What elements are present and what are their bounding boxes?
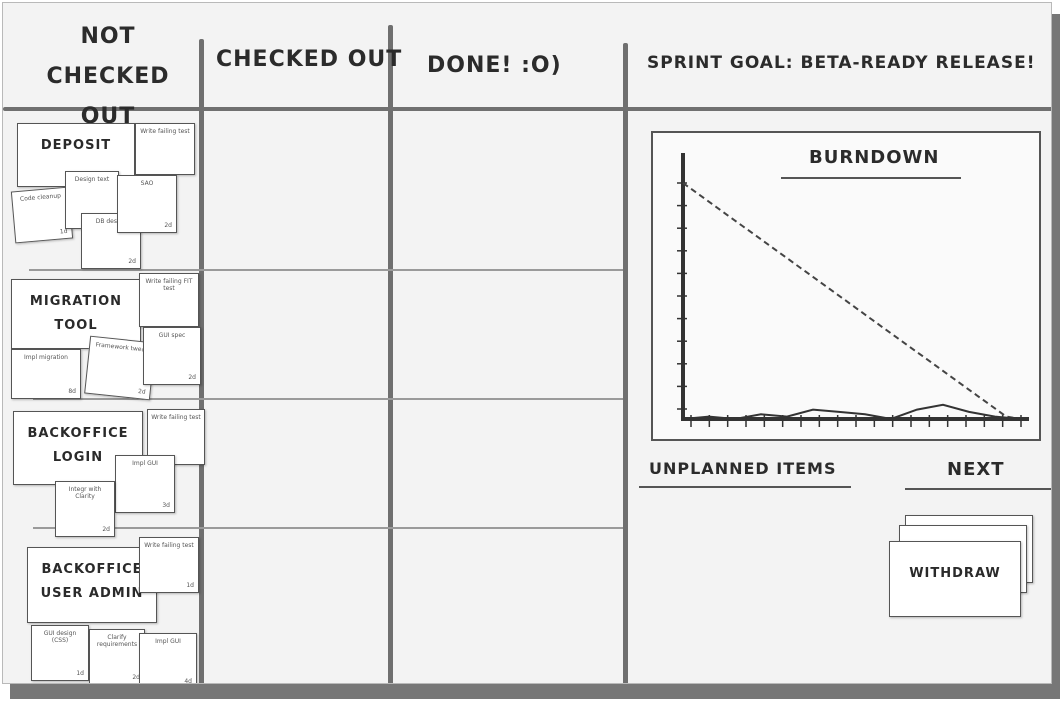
task-text: Integr with Clarity [68,486,102,500]
task-text: SAO [140,180,154,187]
burndown-plot [677,153,1029,427]
task-note[interactable]: Code cleanup 1d [10,186,74,244]
task-estimate: 2d [188,374,196,381]
divider-3 [623,43,628,683]
unplanned-items-label: Unplanned items [649,459,837,478]
task-note[interactable]: Impl GUI 4d [139,633,197,684]
task-estimate: 1d [76,670,84,677]
task-estimate: 2d [164,222,172,229]
task-note[interactable]: SAO 2d [117,175,177,233]
task-note[interactable]: Impl GUI 3d [115,455,175,513]
task-estimate: 4d [184,678,192,684]
task-text: Write failing FIT test [145,278,193,292]
task-text: Write failing test [151,414,201,421]
task-text: Framework tweak [95,341,149,354]
header-done: Done! :o) [427,53,562,78]
task-text: Design text [74,176,110,183]
task-text: Impl GUI [132,460,158,467]
task-note[interactable]: Write failing test 1d [139,537,199,593]
header-not-checked-out: Not checked out [46,24,170,129]
task-text: GUI spec [158,332,186,339]
task-text: Clarify requirements [96,634,138,648]
story-card-withdraw[interactable]: Withdraw [889,541,1021,617]
task-text: Write failing test [144,542,194,549]
task-text: Write failing test [140,128,190,135]
task-note[interactable]: Write failing FIT test [139,273,199,327]
unplanned-underline [639,486,851,488]
ideal-burndown-line [682,182,1022,420]
task-text: Impl migration [24,354,68,361]
divider-2 [388,25,393,683]
task-estimate: 8d [68,388,76,395]
taskboard: Not checked out Checked out Done! :o) Sp… [2,2,1052,684]
task-estimate: 2d [128,258,136,265]
task-estimate: 2d [102,526,110,533]
task-estimate: 2d [137,388,146,396]
row-line-3 [33,527,623,529]
task-note[interactable]: GUI spec 2d [143,327,201,385]
row-line-2 [33,398,623,400]
next-underline [905,488,1051,490]
actual-burndown-line [682,403,1022,421]
task-text: GUI design (CSS) [43,630,77,644]
burndown-chart-panel: Burndown [651,131,1041,441]
story-card-backoffice-user-admin[interactable]: Backoffice User admin [27,547,157,623]
task-note[interactable]: GUI design (CSS) 1d [31,625,89,681]
task-note[interactable]: Write failing test [135,123,195,175]
task-note[interactable]: Integr with Clarity 2d [55,481,115,537]
task-note[interactable]: Clarify requirements 2d [89,629,145,683]
header-sprint-goal: Sprint goal: Beta-ready release! [647,53,1036,73]
task-text: Impl GUI [155,638,181,645]
task-note[interactable]: Impl migration 8d [11,349,81,399]
task-text: Code cleanup [19,192,62,203]
next-label: Next [947,459,1005,480]
row-line-1 [29,269,623,271]
header-checked-out: Checked out [216,47,403,72]
task-estimate: 3d [162,502,170,509]
task-estimate: 1d [186,582,194,589]
